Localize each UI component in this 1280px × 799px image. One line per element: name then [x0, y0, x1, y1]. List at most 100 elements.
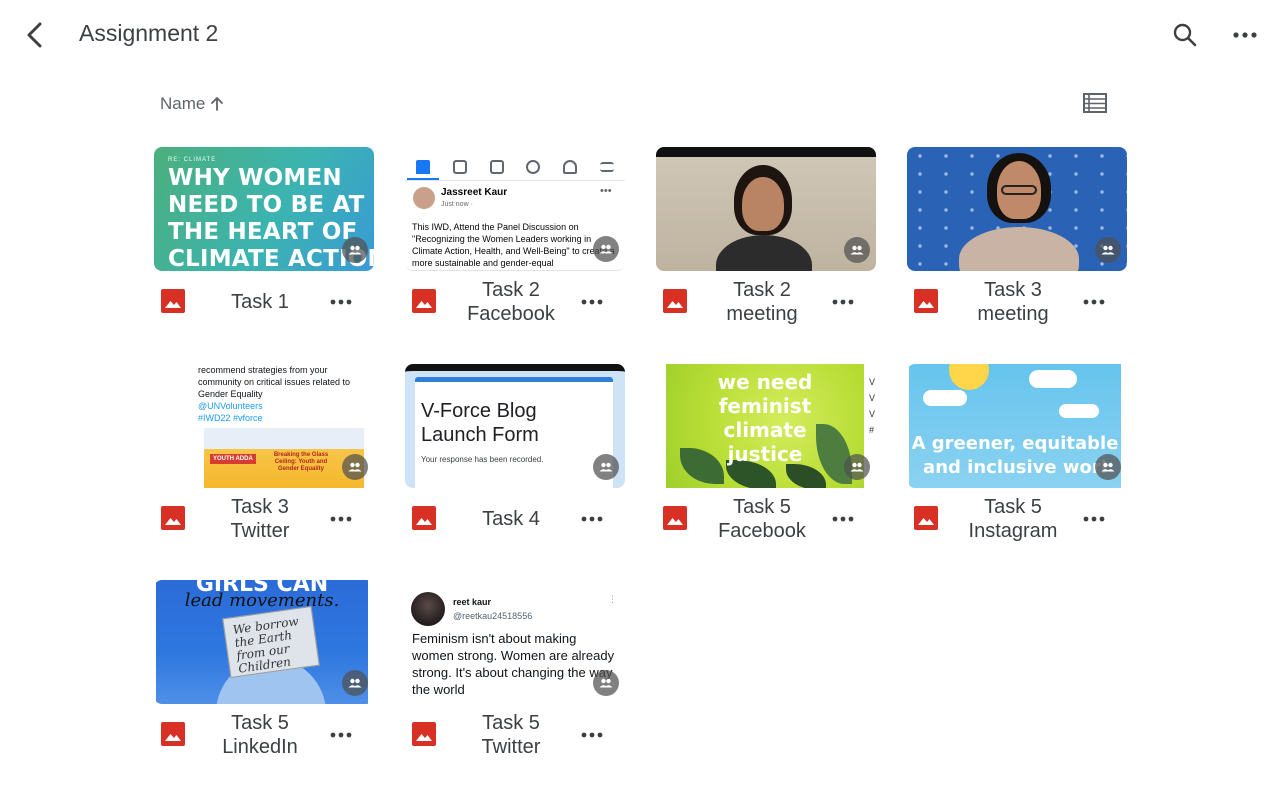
- back-button[interactable]: [18, 18, 52, 52]
- file-name: Task 3 Twitter: [230, 496, 290, 542]
- thumb-small-text: RE: CLIMATE: [168, 157, 217, 163]
- file-name: Task 1: [231, 291, 289, 313]
- file-more-button[interactable]: [577, 287, 607, 317]
- thumb-line: THE HEART OF: [168, 219, 358, 245]
- poster-text: we need feminist climate justice: [717, 370, 813, 466]
- sort-label: Name: [160, 94, 206, 113]
- file-more-button[interactable]: [577, 504, 607, 534]
- file-card-task-5-instagram[interactable]: A greener, equitable and inclusive worl …: [907, 364, 1127, 564]
- post-more-icon: •••: [600, 185, 612, 197]
- image-file-icon: [161, 289, 185, 313]
- thumb-line: NEED TO BE AT: [168, 192, 365, 218]
- avatar: [413, 187, 435, 209]
- file-more-button[interactable]: [326, 504, 356, 534]
- protest-sign: We borrow the Earth from our Children: [222, 606, 320, 678]
- file-card-task-3-twitter[interactable]: recommend strategies from your community…: [154, 364, 374, 564]
- poster: we need feminist climate justice: [666, 364, 864, 488]
- more-horizontal-icon: [330, 516, 352, 522]
- file-card-task-1[interactable]: RE: CLIMATE WHY WOMEN NEED TO BE AT THE …: [154, 147, 374, 347]
- file-thumbnail[interactable]: reet kaur @reetkau24518556 ⋮ Feminism is…: [405, 580, 625, 704]
- more-horizontal-icon: [581, 299, 603, 305]
- tweet-text: recommend strategies from your community…: [198, 365, 351, 423]
- file-more-button[interactable]: [1079, 287, 1109, 317]
- file-thumbnail[interactable]: RE: CLIMATE WHY WOMEN NEED TO BE AT THE …: [154, 147, 374, 271]
- shared-people-icon: [844, 454, 870, 480]
- shared-people-icon: [593, 454, 619, 480]
- file-card-task-4[interactable]: V-Force Blog Launch Form Your response ha…: [405, 364, 625, 564]
- image-file-icon: [663, 506, 687, 530]
- file-card-task-2-facebook[interactable]: Jassreet Kaur Just now · ••• This IWD, A…: [405, 147, 625, 347]
- file-card-task-5-twitter[interactable]: reet kaur @reetkau24518556 ⋮ Feminism is…: [405, 580, 625, 780]
- file-more-button[interactable]: [326, 720, 356, 750]
- shared-people-icon: [844, 237, 870, 263]
- tweet-author: reet kaur: [453, 597, 492, 607]
- shared-people-icon: [342, 670, 368, 696]
- image-file-icon: [914, 289, 938, 313]
- file-thumbnail[interactable]: [656, 147, 876, 271]
- list-view-toggle-button[interactable]: [1080, 88, 1110, 118]
- tweet-text: Feminism isn't about making women strong…: [412, 631, 615, 697]
- file-name: Task 5 Twitter: [481, 712, 541, 758]
- poster-subline: lead movements.: [184, 590, 340, 611]
- post-author: Jassreet Kaur: [441, 187, 508, 198]
- shared-people-icon: [593, 236, 619, 262]
- post-text: This IWD, Attend the Panel Discussion on…: [412, 222, 615, 268]
- file-thumbnail[interactable]: recommend strategies from your community…: [154, 364, 374, 488]
- more-options-button[interactable]: [1228, 18, 1262, 52]
- file-card-task-2-meeting[interactable]: Task 2 meeting: [656, 147, 876, 347]
- shared-people-icon: [342, 237, 368, 263]
- image-file-icon: [161, 506, 185, 530]
- file-more-button[interactable]: [828, 504, 858, 534]
- avatar: [411, 592, 445, 626]
- shared-people-icon: [593, 670, 619, 696]
- file-thumbnail[interactable]: we need feminist climate justice V V V #: [656, 364, 876, 488]
- image-file-icon: [663, 289, 687, 313]
- file-thumbnail[interactable]: GIRLS CAN lead movements. We borrow the …: [154, 580, 374, 704]
- list-view-icon: [1083, 93, 1107, 113]
- file-thumbnail[interactable]: A greener, equitable and inclusive worl: [907, 364, 1127, 488]
- more-horizontal-icon: [330, 732, 352, 738]
- image-file-icon: [914, 506, 938, 530]
- file-thumbnail[interactable]: Jassreet Kaur Just now · ••• This IWD, A…: [405, 147, 625, 271]
- arrow-up-icon: [211, 97, 224, 111]
- more-horizontal-icon: [832, 299, 854, 305]
- chevron-left-icon: [27, 22, 42, 48]
- shared-people-icon: [1095, 454, 1121, 480]
- file-thumbnail[interactable]: [907, 147, 1127, 271]
- image-file-icon: [412, 289, 436, 313]
- file-card-task-5-facebook[interactable]: we need feminist climate justice V V V # Ta…: [656, 364, 876, 564]
- file-thumbnail[interactable]: V-Force Blog Launch Form Your response ha…: [405, 364, 625, 488]
- file-name: Task 2 Facebook: [467, 279, 555, 325]
- glasses: [1001, 185, 1037, 195]
- file-name: Task 2 meeting: [726, 279, 798, 325]
- file-card-task-3-meeting[interactable]: Task 3 meeting: [907, 147, 1127, 347]
- shared-people-icon: [342, 454, 368, 480]
- poster: GIRLS CAN lead movements. We borrow the …: [156, 580, 368, 704]
- form-confirmation: Your response has been recorded.: [421, 455, 544, 464]
- search-button[interactable]: [1168, 18, 1202, 52]
- thumb-line: CLIMATE ACTION: [168, 246, 374, 271]
- file-name: Task 5 LinkedIn: [222, 712, 298, 758]
- more-horizontal-icon: [832, 516, 854, 522]
- event-badge: YOUTH ADDA: [210, 454, 256, 464]
- image-file-icon: [161, 722, 185, 746]
- tweet-image: YOUTH ADDA Breaking the Glass Ceiling: Y…: [204, 428, 364, 488]
- more-horizontal-icon: [330, 299, 352, 305]
- sort-by-name-button[interactable]: Name: [160, 92, 225, 116]
- file-card-task-5-linkedin[interactable]: GIRLS CAN lead movements. We borrow the …: [154, 580, 374, 780]
- search-icon: [1173, 23, 1197, 47]
- file-name: Task 5 Instagram: [968, 496, 1058, 542]
- file-more-button[interactable]: [828, 287, 858, 317]
- file-more-button[interactable]: [1079, 504, 1109, 534]
- form-title: V-Force Blog Launch Form: [421, 400, 539, 446]
- file-more-button[interactable]: [577, 720, 607, 750]
- image-file-icon: [412, 722, 436, 746]
- poster: A greener, equitable and inclusive worl: [909, 364, 1121, 488]
- more-horizontal-icon: [581, 732, 603, 738]
- image-file-icon: [412, 506, 436, 530]
- thumb-line: WHY WOMEN: [168, 165, 342, 191]
- file-name: Task 4: [482, 508, 540, 530]
- tweet-handle: @reetkau24518556: [453, 611, 533, 621]
- more-horizontal-icon: [581, 516, 603, 522]
- file-more-button[interactable]: [326, 287, 356, 317]
